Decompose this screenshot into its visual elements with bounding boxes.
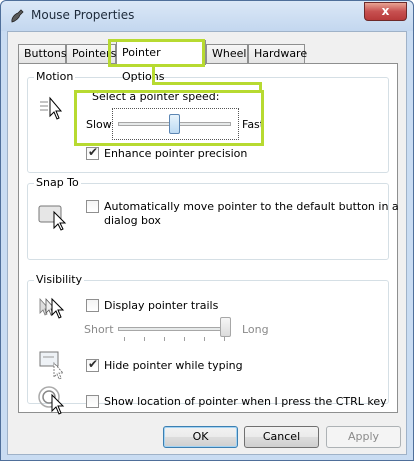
tab-wheel[interactable]: Wheel: [206, 44, 248, 64]
snap-to-icon: [38, 205, 67, 231]
ok-button[interactable]: OK: [163, 426, 238, 448]
pointer-trails-checkbox[interactable]: [86, 299, 99, 312]
snap-to-group-label: Snap To: [34, 176, 81, 189]
check-icon: ✔: [88, 357, 99, 371]
apply-button[interactable]: Apply: [326, 426, 401, 448]
short-label: Short: [84, 323, 114, 336]
show-location-icon: [38, 386, 65, 415]
visibility-group-label: Visibility: [34, 273, 85, 286]
hide-pointer-checkbox[interactable]: ✔: [86, 357, 99, 372]
apply-label: Apply: [347, 430, 380, 443]
mouse-app-icon: [11, 9, 24, 23]
tab-label: Buttons: [24, 47, 67, 60]
tab-buttons[interactable]: Buttons: [18, 44, 67, 64]
trails-tick: [224, 337, 225, 341]
long-label: Long: [242, 323, 269, 336]
visibility-group: Visibility Display pointer trails Short …: [27, 273, 389, 415]
close-button[interactable]: x: [364, 2, 407, 21]
tab-pointers[interactable]: Pointers: [66, 44, 116, 64]
fast-label: Fast: [242, 118, 265, 131]
tab-label: Pointers: [72, 47, 117, 60]
enhance-precision-label[interactable]: Enhance pointer precision: [104, 147, 247, 160]
snap-to-label-line2[interactable]: dialog box: [104, 214, 161, 227]
show-location-checkbox[interactable]: [86, 395, 99, 408]
tab-pointer-options[interactable]: Pointer Options: [116, 40, 206, 83]
speed-slider-thumb[interactable]: [169, 114, 180, 134]
snap-to-group: Snap To Automatically move pointer to th…: [27, 176, 399, 260]
slow-label: Slow: [86, 118, 112, 131]
title-bar[interactable]: Mouse Properties x: [1, 1, 413, 31]
pointer-trails-label[interactable]: Display pointer trails: [104, 299, 218, 312]
close-icon: x: [381, 4, 390, 18]
cancel-label: Cancel: [262, 430, 301, 443]
tab-label: Wheel: [212, 47, 247, 60]
tab-hardware[interactable]: Hardware: [248, 44, 308, 64]
ok-label: OK: [192, 430, 209, 443]
trails-tick: [184, 337, 185, 341]
check-icon: ✔: [88, 145, 99, 159]
window-title: Mouse Properties: [31, 8, 135, 22]
motion-group-label: Motion: [34, 70, 76, 83]
trails-slider-thumb[interactable]: [220, 317, 231, 337]
pointer-speed-icon: [40, 96, 63, 120]
snap-to-checkbox[interactable]: [86, 200, 99, 213]
show-location-label[interactable]: Show location of pointer when I press th…: [104, 395, 387, 408]
hide-pointer-icon: [39, 351, 64, 380]
snap-to-label-line1[interactable]: Automatically move pointer to the defaul…: [104, 200, 399, 213]
highlight-connector: [259, 82, 262, 92]
trails-tick: [124, 337, 125, 341]
hide-pointer-label[interactable]: Hide pointer while typing: [104, 359, 243, 372]
tab-label: Pointer Options: [122, 46, 165, 83]
pointer-trails-icon: [39, 297, 65, 319]
tab-label: Hardware: [254, 47, 308, 60]
trails-tick: [204, 337, 205, 341]
pointer-options-panel: Motion Select a pointer speed: Slow Fast…: [18, 63, 399, 415]
trails-tick: [144, 337, 145, 341]
motion-group: Motion Select a pointer speed: Slow Fast…: [27, 70, 389, 173]
dialog-client: Buttons Pointers Pointer Options Wheel H…: [7, 31, 407, 455]
highlight-connector: [152, 82, 262, 85]
speed-label: Select a pointer speed:: [92, 90, 220, 103]
enhance-precision-checkbox[interactable]: ✔: [86, 145, 99, 160]
mouse-properties-window: Mouse Properties x Buttons Pointers Poin…: [0, 0, 414, 461]
cancel-button[interactable]: Cancel: [244, 426, 319, 448]
trails-slider-track[interactable]: [118, 327, 231, 331]
trails-tick: [164, 337, 165, 341]
